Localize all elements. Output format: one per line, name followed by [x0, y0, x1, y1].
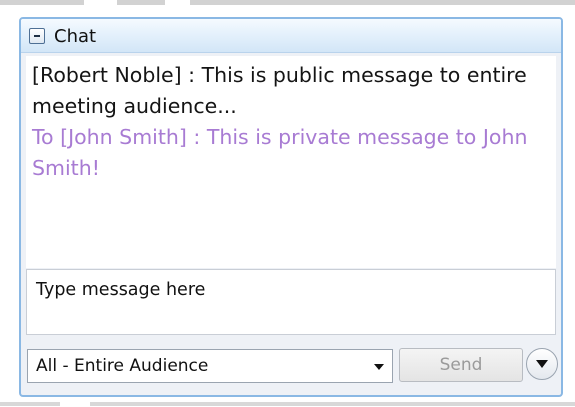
- recipient-select-value: All - Entire Audience: [36, 356, 209, 376]
- message-input[interactable]: [26, 269, 556, 335]
- chat-message-private: To [John Smith] : This is private messag…: [32, 125, 528, 180]
- collapse-button[interactable]: [29, 28, 45, 44]
- chat-panel: Chat [Robert Noble] : This is public mes…: [19, 17, 563, 397]
- bottom-edge: [0, 402, 575, 407]
- chat-window: Chat [Robert Noble] : This is public mes…: [0, 0, 575, 407]
- chat-title: Chat: [54, 26, 97, 47]
- top-edge-segment: [190, 0, 575, 5]
- options-button[interactable]: [526, 348, 558, 380]
- message-list[interactable]: [Robert Noble] : This is public message …: [26, 56, 556, 268]
- chat-message-public: [Robert Noble] : This is public message …: [32, 63, 527, 118]
- dropdown-arrow-icon: [374, 364, 384, 370]
- bottom-edge-segment: [90, 402, 575, 406]
- minus-icon: [34, 35, 40, 37]
- top-edge-segment: [117, 0, 165, 5]
- send-button[interactable]: Send: [399, 348, 523, 382]
- chat-controls: All - Entire Audience Send: [21, 337, 561, 395]
- bottom-edge-segment: [0, 402, 60, 406]
- chevron-down-icon: [536, 360, 548, 368]
- chat-header: Chat: [21, 19, 561, 53]
- recipient-select[interactable]: All - Entire Audience: [27, 349, 393, 383]
- top-edge: [0, 0, 575, 8]
- top-edge-segment: [0, 0, 84, 5]
